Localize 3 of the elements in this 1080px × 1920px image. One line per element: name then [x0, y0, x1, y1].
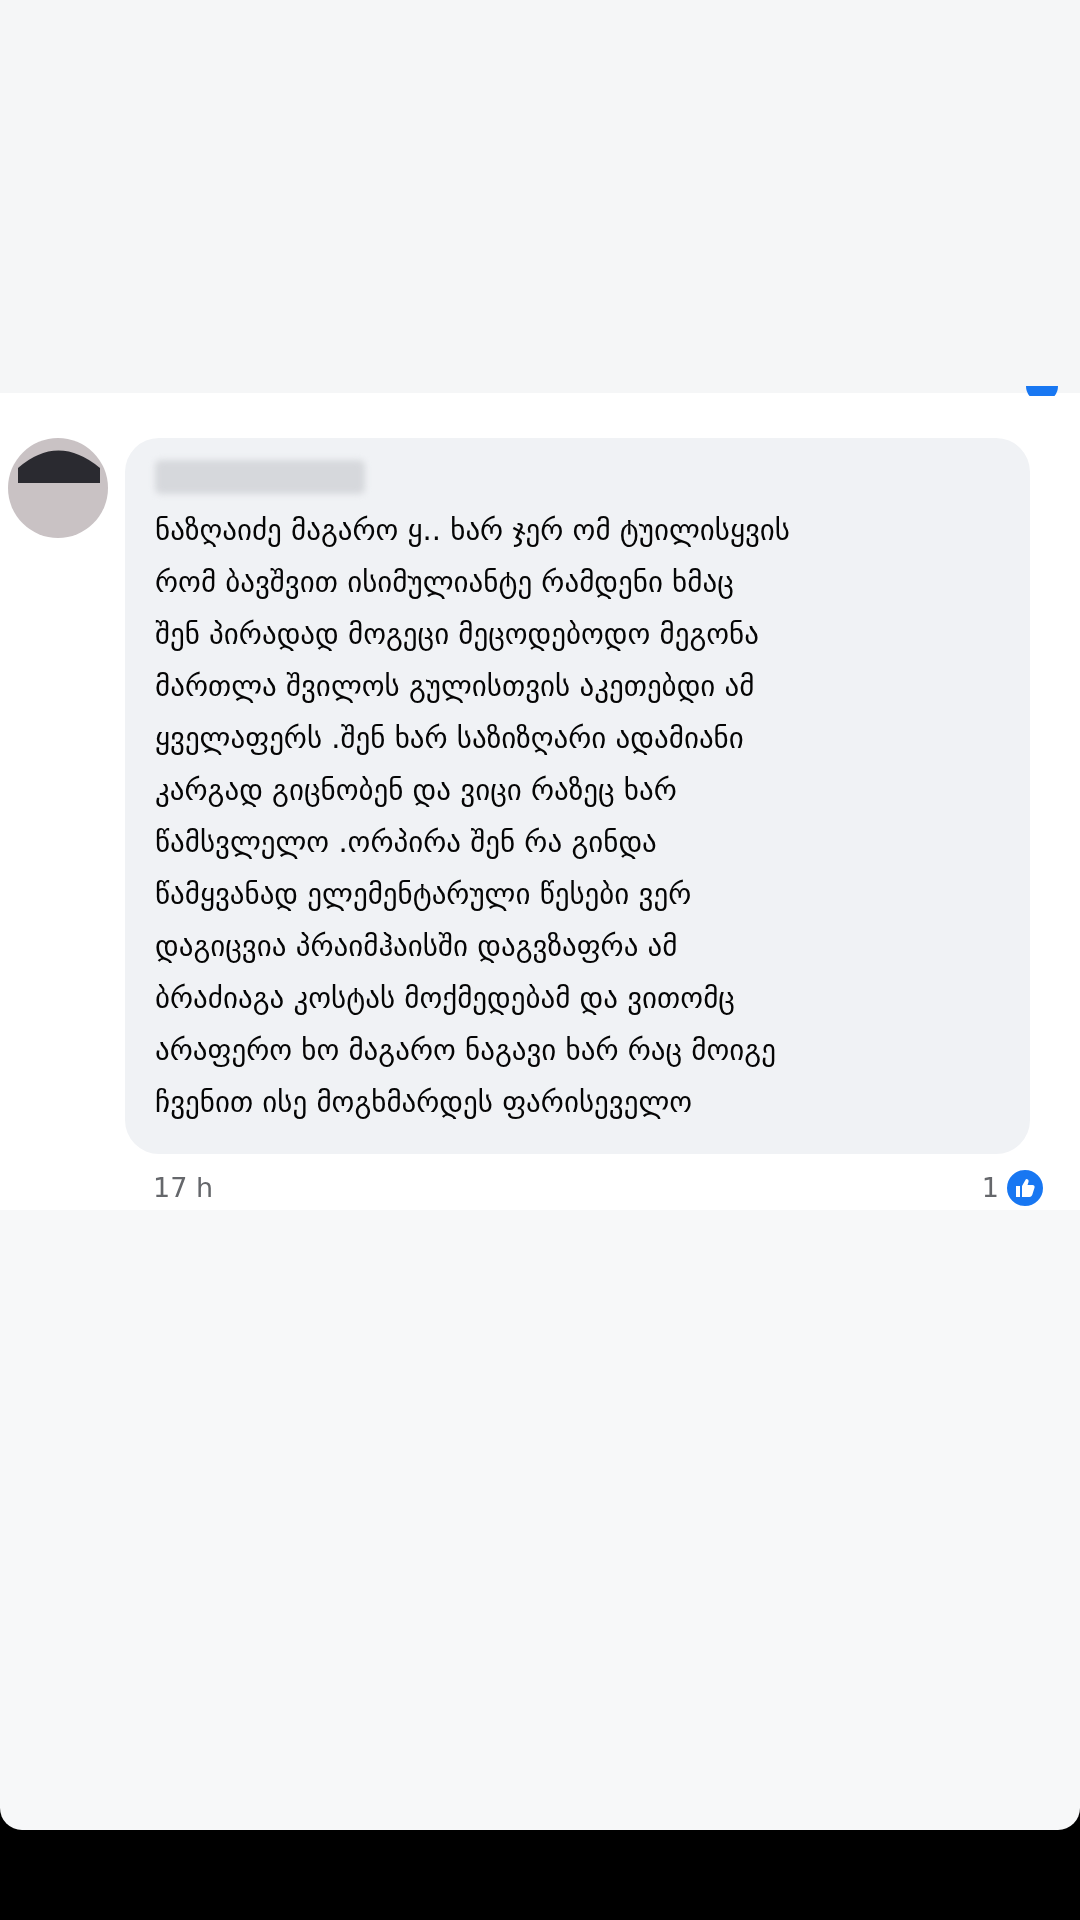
reaction-count: 1: [981, 1171, 999, 1205]
comment-text: ნაზღაიძე მაგარო ყ.. ხარ ჯერ ომ ტუილისყვის რომ ბავშვით ისიმულიანტე რამდენი ხმაც შენ პირადად მოგეცი მეცოდებოდო მეგონა მართლა შვილოს გულისთვის აკეთებდი ამ ყველაფერს .შენ ხარ საზიზღარი ადამიანი კარგად გიცნობენ და ვიცი რაზეც ხარ წამსვლელო .ორპირა შენ რა გინდა წამყვანად ელემენტარული წესები ვერ დაგიცვია პრაიმჰაისში დაგვზაფრა ამ ბრაძიაგა კოსტას მოქმედებამ და ვითომც არაფერო ხო მაგარო ნაგავი ხარ რაც მოიგე ჩვენით ისე მოგხმარდეს ფარისეველო: [155, 512, 791, 1121]
comment-time[interactable]: 17 h: [153, 1168, 214, 1209]
